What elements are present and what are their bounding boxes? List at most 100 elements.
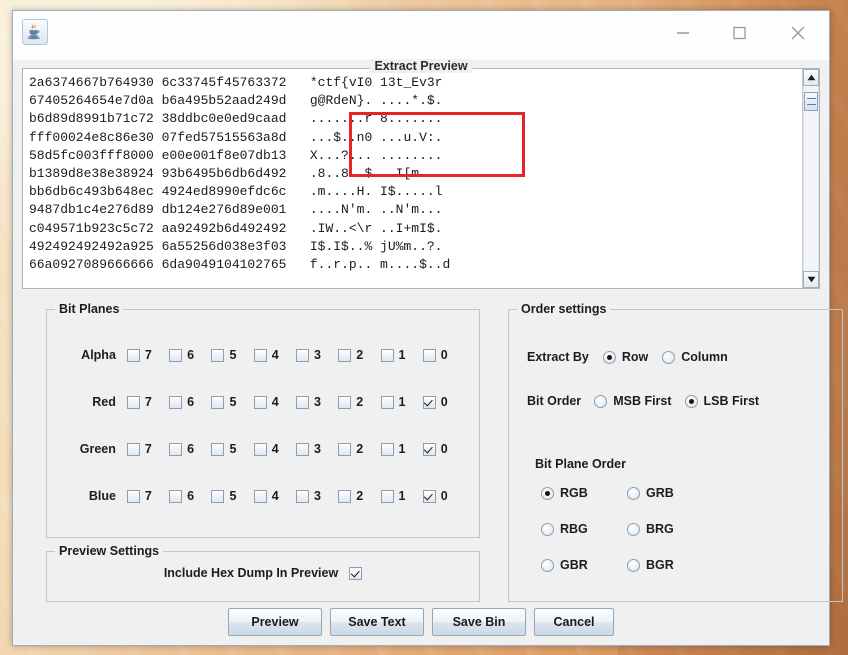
checkbox-blue-bit-0[interactable] xyxy=(422,489,436,503)
checkbox-green-bit-1[interactable] xyxy=(380,442,394,456)
scroll-up-arrow-icon[interactable] xyxy=(803,69,819,86)
extract-by-column-radio[interactable] xyxy=(662,350,676,364)
extract-by-row-radio[interactable] xyxy=(602,350,616,364)
checkbox-alpha-bit-7[interactable] xyxy=(126,348,140,362)
checkbox-red-bit-1[interactable] xyxy=(380,395,394,409)
scrollbar-track[interactable] xyxy=(803,86,819,271)
checkbox-red-bit-3[interactable] xyxy=(295,395,309,409)
minimize-icon[interactable] xyxy=(655,11,711,55)
bit-order-lsb-radio[interactable] xyxy=(684,394,698,408)
hex-dump-text-area[interactable]: 2a6374667b764930 6c33745f45763372 *ctf{v… xyxy=(23,69,802,288)
checkbox-blue-bit-2[interactable] xyxy=(338,489,352,503)
bit-plane-order-option-grb[interactable]: GRB xyxy=(627,486,713,500)
extract-by-option-row[interactable]: Row xyxy=(602,350,649,364)
checkbox-green-bit-7[interactable] xyxy=(126,442,140,456)
checkbox-alpha-bit-6[interactable] xyxy=(169,348,183,362)
bit-plane-cell-green-1: 1 xyxy=(380,442,423,456)
checkbox-alpha-bit-3[interactable] xyxy=(295,348,309,362)
radio-rgb[interactable] xyxy=(541,486,554,500)
checkbox-alpha-bit-5[interactable] xyxy=(211,348,225,362)
checkbox-blue-bit-1[interactable] xyxy=(380,489,394,503)
bit-planes-legend: Bit Planes xyxy=(55,302,124,316)
checkbox-green-bit-2[interactable] xyxy=(338,442,352,456)
bit-plane-cell-red-1: 1 xyxy=(380,395,423,409)
radio-label-gbr: GBR xyxy=(560,558,588,572)
checkbox-alpha-bit-2[interactable] xyxy=(338,348,352,362)
save-bin-button[interactable]: Save Bin xyxy=(432,608,526,636)
bit-plane-order-option-gbr[interactable]: GBR xyxy=(541,558,627,572)
save-text-button[interactable]: Save Text xyxy=(330,608,424,636)
bit-order-row: Bit Order MSB First LSB First xyxy=(527,394,759,408)
checkbox-blue-bit-4[interactable] xyxy=(253,489,267,503)
radio-label-brg: BRG xyxy=(646,522,674,536)
extract-by-option-column[interactable]: Column xyxy=(662,350,728,364)
bit-order-option-msb[interactable]: MSB First xyxy=(594,394,672,408)
bit-plane-row-red: Red 7 6 5 4 3 2 1 0 xyxy=(47,391,465,413)
bit-plane-order-option-brg[interactable]: BRG xyxy=(627,522,713,536)
checkbox-alpha-bit-0[interactable] xyxy=(422,348,436,362)
bit-order-option-lsb[interactable]: LSB First xyxy=(684,394,759,408)
radio-label-grb: GRB xyxy=(646,486,674,500)
cancel-button[interactable]: Cancel xyxy=(534,608,614,636)
extract-by-row: Extract By Row Column xyxy=(527,350,728,364)
bit-plane-order-option-rbg[interactable]: RBG xyxy=(541,522,627,536)
checkbox-alpha-bit-4[interactable] xyxy=(253,348,267,362)
bit-number-label: 0 xyxy=(440,395,448,409)
radio-rbg[interactable] xyxy=(541,522,554,536)
checkbox-green-bit-5[interactable] xyxy=(211,442,225,456)
include-hex-dump-checkbox[interactable] xyxy=(349,566,363,580)
dialog-button-bar: Preview Save Text Save Bin Cancel xyxy=(13,608,829,636)
checkbox-green-bit-0[interactable] xyxy=(422,442,436,456)
checkbox-red-bit-7[interactable] xyxy=(126,395,140,409)
bit-plane-order-option-rgb[interactable]: RGB xyxy=(541,486,627,500)
bit-number-label: 2 xyxy=(356,348,364,362)
bit-plane-cell-alpha-0: 0 xyxy=(422,348,465,362)
scrollbar-thumb[interactable] xyxy=(804,92,818,111)
checkbox-green-bit-4[interactable] xyxy=(253,442,267,456)
checkbox-red-bit-4[interactable] xyxy=(253,395,267,409)
close-icon[interactable] xyxy=(767,11,829,55)
bit-order-msb-radio[interactable] xyxy=(594,394,608,408)
bit-plane-row-blue: Blue 7 6 5 4 3 2 1 0 xyxy=(47,485,465,507)
bit-plane-channel-label-alpha: Alpha xyxy=(81,348,116,362)
bit-plane-cell-blue-5: 5 xyxy=(211,489,253,503)
bit-number-label: 3 xyxy=(313,442,321,456)
radio-bgr[interactable] xyxy=(627,558,640,572)
scroll-down-arrow-icon[interactable] xyxy=(803,271,819,288)
bit-plane-cell-red-7: 7 xyxy=(126,395,169,409)
checkbox-alpha-bit-1[interactable] xyxy=(380,348,394,362)
checkbox-red-bit-0[interactable] xyxy=(422,395,436,409)
checkbox-blue-bit-6[interactable] xyxy=(169,489,183,503)
radio-gbr[interactable] xyxy=(541,558,554,572)
radio-grb[interactable] xyxy=(627,486,640,500)
bit-plane-cell-blue-3: 3 xyxy=(295,489,338,503)
bit-order-label: Bit Order xyxy=(527,394,582,408)
bit-number-label: 1 xyxy=(398,395,406,409)
bit-number-label: 7 xyxy=(144,348,152,362)
bit-plane-cell-green-0: 0 xyxy=(422,442,465,456)
bit-plane-cell-green-6: 6 xyxy=(169,442,211,456)
checkbox-blue-bit-5[interactable] xyxy=(211,489,225,503)
extract-by-row-label: Row xyxy=(621,350,649,364)
bit-plane-order-option-bgr[interactable]: BGR xyxy=(627,558,713,572)
preview-button[interactable]: Preview xyxy=(228,608,322,636)
checkbox-blue-bit-3[interactable] xyxy=(295,489,309,503)
checkbox-red-bit-6[interactable] xyxy=(169,395,183,409)
checkbox-green-bit-3[interactable] xyxy=(295,442,309,456)
bit-number-label: 0 xyxy=(440,348,448,362)
checkbox-red-bit-2[interactable] xyxy=(338,395,352,409)
maximize-icon[interactable] xyxy=(711,11,767,55)
bit-plane-cell-green-2: 2 xyxy=(338,442,380,456)
radio-brg[interactable] xyxy=(627,522,640,536)
bit-number-label: 1 xyxy=(398,489,406,503)
preview-vertical-scrollbar[interactable] xyxy=(802,69,819,288)
order-settings-panel: Order settings Extract By Row Column Bit… xyxy=(508,302,843,602)
extract-by-column-label: Column xyxy=(681,350,728,364)
bit-plane-cell-blue-4: 4 xyxy=(253,489,296,503)
window-controls xyxy=(655,11,829,55)
checkbox-green-bit-6[interactable] xyxy=(169,442,183,456)
checkbox-blue-bit-7[interactable] xyxy=(126,489,140,503)
bit-plane-cell-alpha-2: 2 xyxy=(338,348,380,362)
preview-settings-panel: Preview Settings Include Hex Dump In Pre… xyxy=(46,544,480,602)
checkbox-red-bit-5[interactable] xyxy=(211,395,225,409)
